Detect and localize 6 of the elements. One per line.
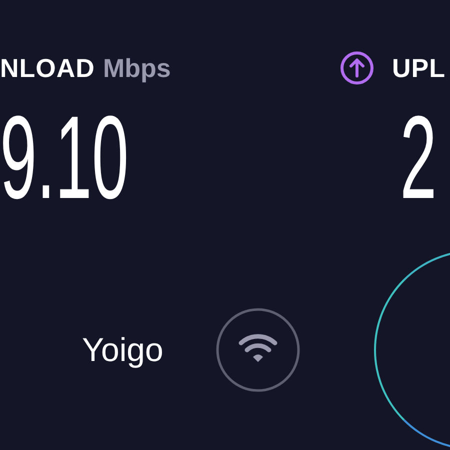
unit-label: Mbps <box>102 52 171 82</box>
download-label: NLOAD <box>0 52 95 82</box>
upload-label: UPL <box>392 52 446 82</box>
download-speed-value: 9.10 <box>0 99 129 217</box>
isp-name: Yoigo <box>82 331 164 369</box>
upload-speed-value: 2 <box>400 99 437 217</box>
